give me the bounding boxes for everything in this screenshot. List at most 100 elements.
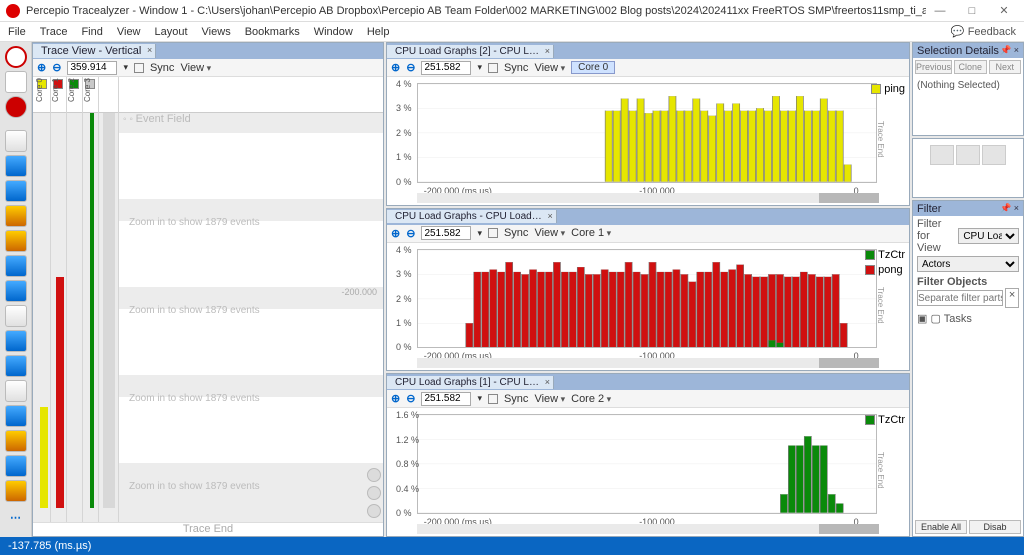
view-menu[interactable]: View bbox=[534, 393, 565, 405]
window-title: Percepio Tracealyzer - Window 1 - C:\Use… bbox=[26, 5, 926, 17]
view-menu[interactable]: View bbox=[534, 227, 565, 239]
chart-tab[interactable]: CPU Load Graphs [1] - CPU L…× bbox=[387, 376, 554, 389]
menu-trace[interactable]: Trace bbox=[40, 26, 68, 38]
window-titlebar: Percepio Tracealyzer - Window 1 - C:\Use… bbox=[0, 0, 1024, 22]
core-selector[interactable]: Core 2 bbox=[571, 393, 611, 405]
disable-all-button[interactable]: Disab bbox=[969, 520, 1021, 534]
view-menu[interactable]: View bbox=[180, 62, 211, 74]
zoom-out-icon[interactable]: ⊖ bbox=[406, 392, 415, 405]
zoom-input[interactable] bbox=[421, 226, 471, 240]
menu-window[interactable]: Window bbox=[314, 26, 353, 38]
cpu-load-pane-0: CPU Load Graphs [2] - CPU L…×⊕⊖▾SyncView… bbox=[386, 42, 910, 206]
zoom-in-icon[interactable]: ⊕ bbox=[391, 392, 400, 405]
filter-pane: Filter📌 × Filter for ViewCPU Load Graphs… bbox=[912, 200, 1024, 537]
zoom-input[interactable] bbox=[67, 61, 117, 75]
tool-icon-2[interactable] bbox=[5, 305, 27, 327]
close-icon[interactable]: × bbox=[547, 211, 552, 221]
chart-icon-1[interactable] bbox=[5, 155, 27, 177]
chart-icon-2[interactable] bbox=[5, 180, 27, 202]
maximize-button[interactable]: □ bbox=[958, 5, 986, 17]
view-menu[interactable]: View bbox=[534, 62, 565, 74]
h-scrollbar[interactable] bbox=[417, 358, 879, 368]
record-icon[interactable] bbox=[5, 46, 27, 68]
zoom-in-icon[interactable]: ⊕ bbox=[391, 227, 400, 240]
chart-icon-3[interactable] bbox=[5, 205, 27, 227]
zoom-out-icon[interactable]: ⊖ bbox=[406, 227, 415, 240]
status-bar: -137.785 (ms.µs) bbox=[0, 537, 1024, 555]
next-button[interactable]: Next bbox=[989, 60, 1022, 74]
chart-toolbar: ⊕⊖▾SyncViewCore 0 bbox=[387, 59, 909, 77]
pin-icon[interactable]: 📌 × bbox=[1000, 45, 1019, 56]
snapshot-icon[interactable] bbox=[5, 96, 27, 118]
trace-tab[interactable]: Trace View - Vertical× bbox=[33, 44, 156, 58]
tool-icon-1[interactable] bbox=[5, 130, 27, 152]
menu-help[interactable]: Help bbox=[367, 26, 390, 38]
sync-checkbox[interactable] bbox=[488, 394, 498, 404]
zoom-input[interactable] bbox=[421, 61, 471, 75]
menu-bookmarks[interactable]: Bookmarks bbox=[245, 26, 300, 38]
toggle-2[interactable] bbox=[956, 145, 980, 165]
toggle-1[interactable] bbox=[930, 145, 954, 165]
toggle-3[interactable] bbox=[982, 145, 1006, 165]
sync-checkbox[interactable] bbox=[488, 63, 498, 73]
chart-toolbar: ⊕⊖▾SyncViewCore 1 bbox=[387, 225, 909, 243]
clear-filter-icon[interactable]: × bbox=[1005, 288, 1019, 308]
close-icon[interactable]: × bbox=[545, 377, 550, 387]
tool-dock: ⋯ bbox=[0, 42, 32, 537]
prev-button[interactable]: Previous bbox=[915, 60, 952, 74]
pin-icon[interactable]: 📌 × bbox=[1000, 203, 1019, 214]
chart-icon-6[interactable] bbox=[5, 280, 27, 302]
chart-icon-10[interactable] bbox=[5, 430, 27, 452]
cpu-load-pane-1: CPU Load Graphs - CPU Load…×⊕⊖▾SyncViewC… bbox=[386, 208, 910, 372]
menu-layout[interactable]: Layout bbox=[155, 26, 188, 38]
feedback-link[interactable]: 💬 Feedback bbox=[951, 25, 1016, 38]
stop-icon[interactable] bbox=[5, 71, 27, 93]
h-scrollbar[interactable] bbox=[417, 524, 879, 534]
chart-icon-12[interactable] bbox=[5, 480, 27, 502]
chart-tab[interactable]: CPU Load Graphs - CPU Load…× bbox=[387, 210, 557, 223]
toggle-group bbox=[913, 139, 1023, 171]
actors-select[interactable]: Actors bbox=[917, 256, 1019, 272]
chart-icon-7[interactable] bbox=[5, 330, 27, 352]
menu-file[interactable]: File bbox=[8, 26, 26, 38]
chart-icon-9[interactable] bbox=[5, 405, 27, 427]
enable-all-button[interactable]: Enable All bbox=[915, 520, 967, 534]
sync-checkbox[interactable] bbox=[134, 63, 144, 73]
zoom-scrubber[interactable] bbox=[367, 117, 381, 518]
chart-icon-4[interactable] bbox=[5, 230, 27, 252]
sync-label: Sync bbox=[150, 62, 174, 74]
tool-icon-3[interactable] bbox=[5, 380, 27, 402]
zoom-out-icon[interactable]: ⊖ bbox=[52, 61, 61, 74]
sync-checkbox[interactable] bbox=[488, 228, 498, 238]
menu-find[interactable]: Find bbox=[81, 26, 102, 38]
zoom-in-icon[interactable]: ⊕ bbox=[391, 61, 400, 74]
filter-view-select[interactable]: CPU Load Graphs bbox=[958, 228, 1019, 244]
cpu-load-pane-2: CPU Load Graphs [1] - CPU L…×⊕⊖▾SyncView… bbox=[386, 373, 910, 537]
trace-view-pane: Trace View - Vertical× ⊕ ⊖ ▾ Sync View C… bbox=[32, 42, 384, 537]
zoom-input[interactable] bbox=[421, 392, 471, 406]
menu-view[interactable]: View bbox=[117, 26, 141, 38]
chart-icon-8[interactable] bbox=[5, 355, 27, 377]
menu-bar: File Trace Find View Layout Views Bookma… bbox=[0, 22, 1024, 42]
tree-tasks[interactable]: Tasks bbox=[944, 313, 972, 325]
bar-chart[interactable]: Trace End4 %3 %2 %1 %0 %-200.000 (ms.µs)… bbox=[417, 249, 877, 349]
chart-toolbar: ⊕⊖▾SyncViewCore 2 bbox=[387, 390, 909, 408]
filter-input[interactable] bbox=[917, 290, 1003, 306]
minimize-button[interactable]: — bbox=[926, 5, 954, 17]
zoom-in-icon[interactable]: ⊕ bbox=[37, 61, 46, 74]
bar-chart[interactable]: Trace End4 %3 %2 %1 %0 %-200.000 (ms.µs)… bbox=[417, 83, 877, 183]
zoom-out-icon[interactable]: ⊖ bbox=[406, 61, 415, 74]
clone-button[interactable]: Clone bbox=[954, 60, 987, 74]
chart-tab[interactable]: CPU Load Graphs [2] - CPU L…× bbox=[387, 45, 554, 58]
menu-views[interactable]: Views bbox=[202, 26, 231, 38]
core-selector[interactable]: Core 0 bbox=[571, 61, 615, 74]
close-icon[interactable]: × bbox=[545, 46, 550, 56]
more-tools-icon[interactable]: ⋯ bbox=[10, 511, 21, 524]
h-scrollbar[interactable] bbox=[417, 193, 879, 203]
close-icon[interactable]: × bbox=[147, 45, 152, 55]
chart-icon-11[interactable] bbox=[5, 455, 27, 477]
close-button[interactable]: ✕ bbox=[990, 4, 1018, 17]
chart-icon-5[interactable] bbox=[5, 255, 27, 277]
core-selector[interactable]: Core 1 bbox=[571, 227, 611, 239]
bar-chart[interactable]: Trace End1.6 %1.2 %0.8 %0.4 %0 %-200.000… bbox=[417, 414, 877, 514]
